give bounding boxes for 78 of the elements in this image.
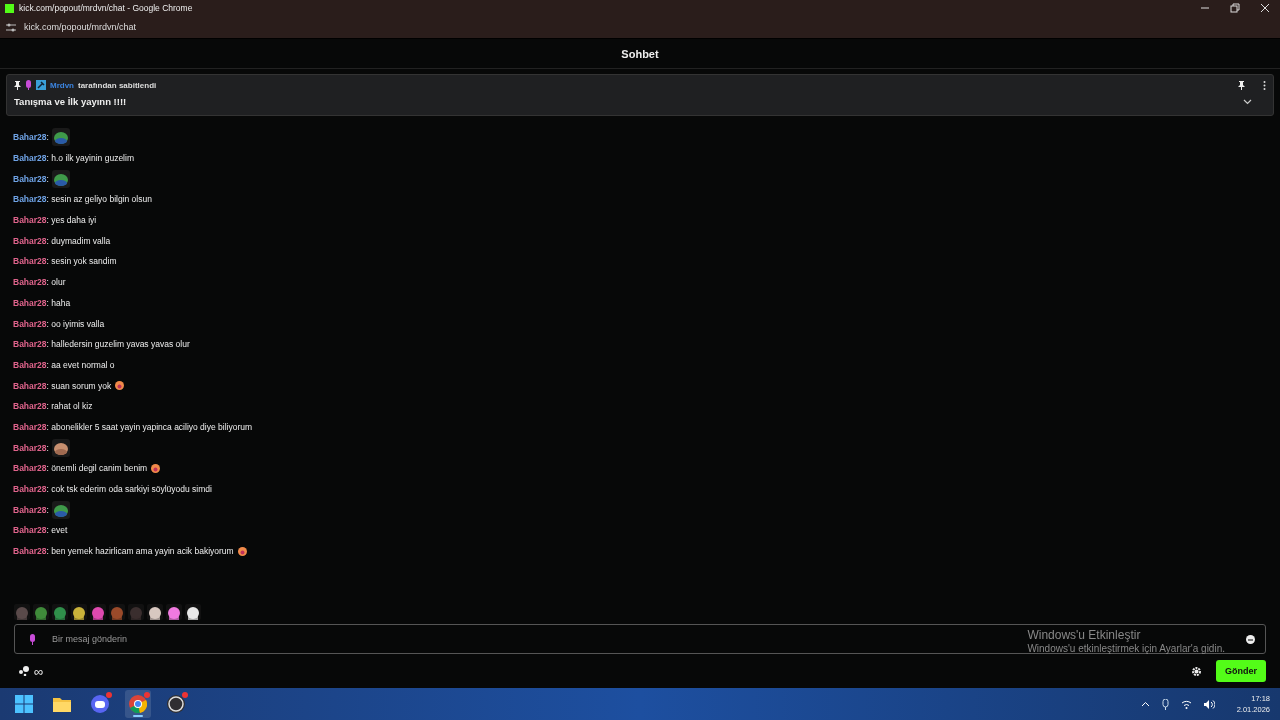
chevron-down-icon[interactable] <box>1243 98 1252 105</box>
username[interactable]: Bahar28 <box>13 484 47 495</box>
username[interactable]: Bahar28 <box>13 442 47 453</box>
message-input[interactable]: Bir mesaj gönderin <box>50 633 454 645</box>
pinned-message-text: Tanışma ve İlk yayınn !!!! <box>14 96 127 107</box>
username[interactable]: Bahar28 <box>13 235 47 246</box>
username[interactable]: Bahar28 <box>13 380 47 391</box>
message-text: : yes daha iyi <box>46 215 97 226</box>
infinity-icon[interactable]: ∞ <box>34 663 44 679</box>
message-text: : <box>46 504 49 515</box>
emoji-icon[interactable] <box>1246 634 1255 644</box>
message-text: : olur <box>46 277 66 288</box>
message-text: : <box>46 442 49 453</box>
chevron-up-icon[interactable] <box>1140 701 1150 707</box>
pinned-by-label: tarafından sabitlendi <box>78 80 157 90</box>
username[interactable]: Bahar28 <box>13 256 47 267</box>
pin-icon[interactable] <box>1238 80 1245 90</box>
message-text: : sesin yok sandim <box>46 256 117 267</box>
username[interactable]: Bahar28 <box>13 463 47 474</box>
message-text: : suan sorum yok <box>46 380 112 391</box>
gavel-icon <box>36 80 46 90</box>
message-text: : halledersin guzelim yavas yavas olur <box>46 339 190 350</box>
username[interactable]: Mrdvn <box>50 80 74 90</box>
username[interactable]: Bahar28 <box>13 215 47 226</box>
message-text: : sesin az geliyo bilgin olsun <box>46 194 152 205</box>
speaker-icon[interactable] <box>1203 699 1215 709</box>
username[interactable]: Bahar28 <box>13 504 47 515</box>
username[interactable]: Bahar28 <box>13 359 47 370</box>
message-text: : <box>46 132 49 143</box>
username[interactable]: Bahar28 <box>13 339 47 350</box>
close-icon[interactable] <box>1260 3 1270 13</box>
username[interactable]: Bahar28 <box>13 297 47 308</box>
message-field[interactable]: Bir mesaj gönderin Windows'u Etkinleştir Windows'u etkinleştirmek için Ayarlar'a gidin. <box>14 624 1266 654</box>
username[interactable]: Bahar28 <box>13 153 47 164</box>
message-text: : <box>46 173 49 184</box>
username[interactable]: Bahar28 <box>13 173 47 184</box>
site-icon <box>5 3 14 13</box>
message-text: : cok tsk ederim oda sarkiyi söylüyodu simdi <box>46 484 212 495</box>
folder-icon <box>53 696 71 712</box>
wifi-icon[interactable] <box>1180 699 1192 709</box>
browser-icon <box>129 695 147 713</box>
username[interactable]: Bahar28 <box>13 525 47 536</box>
username[interactable]: Bahar28 <box>13 132 47 143</box>
settings-icon[interactable] <box>1192 666 1201 676</box>
microphone-icon <box>25 80 32 90</box>
microphone-icon[interactable] <box>1161 698 1169 710</box>
username[interactable]: Bahar28 <box>13 421 47 432</box>
message-text: : ben yemek hazirlicam ama yayin acik bakiyorum <box>46 546 234 557</box>
window-title: kick.com/popout/mrdvn/chat - Google Chrome <box>19 3 193 13</box>
microphone-icon <box>29 633 36 645</box>
chat-icon <box>91 695 109 713</box>
pin-icon <box>14 80 21 90</box>
restore-icon[interactable] <box>1230 3 1240 13</box>
taskbar-button[interactable] <box>125 690 151 718</box>
message-text: : h.o ilk yayinin guzelim <box>46 153 134 164</box>
username[interactable]: Bahar28 <box>13 277 47 288</box>
message-text: : oo iyimis valla <box>46 318 105 329</box>
ring-icon <box>167 695 185 713</box>
message-text: : aa evet normal o <box>46 359 115 370</box>
windows-logo-icon <box>15 695 33 713</box>
dots-icon[interactable] <box>18 666 29 676</box>
username[interactable]: Bahar28 <box>13 401 47 412</box>
username[interactable]: Bahar28 <box>13 318 47 329</box>
site-settings-icon[interactable] <box>6 22 16 32</box>
chat-title: Sohbet <box>621 47 659 60</box>
address-text[interactable]: kick.com/popout/mrdvn/chat <box>24 22 137 32</box>
message-text: : duymadim valla <box>46 235 111 246</box>
message-text: : abonelikler 5 saat yayin yapinca aciliyo diye biliyorum <box>46 421 253 432</box>
activation-title: Windows'u Etkinleştir <box>1027 628 1142 642</box>
message-text: : rahat ol kiz <box>46 401 93 412</box>
username[interactable]: Bahar28 <box>13 194 47 205</box>
send-button[interactable]: Gönder <box>1216 660 1266 682</box>
message-text: : önemli degil canim benim <box>46 463 148 474</box>
username[interactable]: Bahar28 <box>13 546 47 557</box>
message-text: : evet <box>46 525 68 536</box>
more-icon[interactable] <box>1263 80 1266 90</box>
activation-hint: Windows'u etkinleştirmek için Ayarlar'a gidin. <box>1027 643 1225 654</box>
message-text: : haha <box>46 297 71 308</box>
